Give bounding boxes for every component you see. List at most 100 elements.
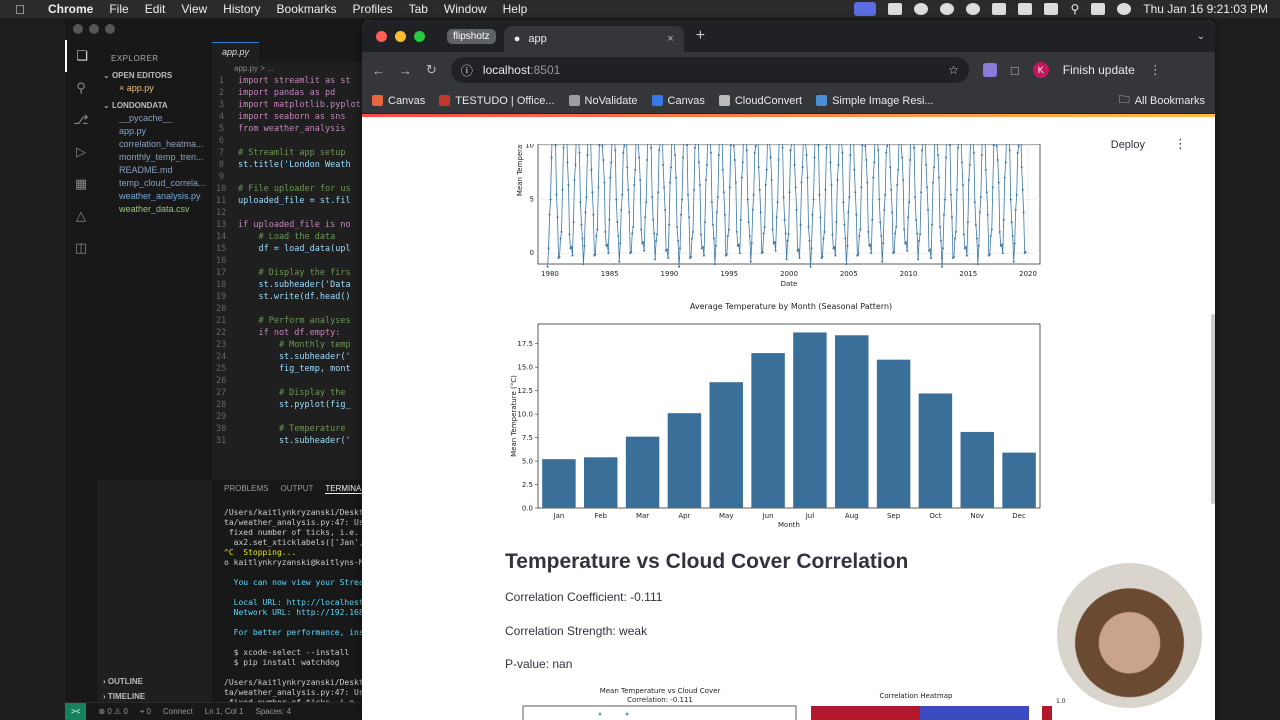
bookmark-item[interactable]: Canvas [651, 95, 705, 107]
screen-recording-icon[interactable] [854, 2, 877, 16]
siri-icon[interactable] [1117, 3, 1132, 15]
menu-edit[interactable]: Edit [137, 2, 174, 16]
file-item[interactable]: weather_analysis.py [97, 188, 212, 201]
apple-icon[interactable]:  [0, 2, 40, 17]
deploy-button[interactable]: Deploy [1111, 139, 1145, 151]
code-line[interactable]: 16 [216, 255, 365, 267]
code-line[interactable]: 15 df = load_data(upl [216, 243, 365, 255]
menu-clock[interactable]: Thu Jan 16 9:21:03 PM [1143, 2, 1268, 16]
menu-file[interactable]: File [101, 2, 136, 16]
outline-section[interactable]: › OUTLINE [97, 674, 151, 689]
all-bookmarks[interactable]: 🗀 All Bookmarks [1119, 91, 1205, 110]
bookmark-item[interactable]: CloudConvert [718, 95, 802, 107]
volume-icon[interactable] [992, 3, 1007, 15]
code-line[interactable]: 27 # Display the [216, 387, 365, 399]
chrome-menu-icon[interactable]: ⋮ [1149, 62, 1162, 78]
code-line[interactable]: 31 st.subheader(' [216, 435, 365, 447]
indentation-status[interactable]: Spaces: 4 [256, 707, 292, 716]
menu-help[interactable]: Help [495, 2, 536, 16]
database-icon[interactable]: ◫ [65, 232, 97, 264]
status-app-icon[interactable] [940, 3, 955, 15]
new-tab-icon[interactable]: + [696, 27, 705, 45]
connect-status[interactable]: Connect [163, 707, 193, 716]
code-line[interactable]: 28 st.pyplot(fig_ [216, 399, 365, 411]
file-item[interactable]: __pycache__ [97, 110, 212, 123]
code-line[interactable]: 14 # Load the data [216, 231, 365, 243]
code-line[interactable]: 21 # Perform analyses [216, 315, 365, 327]
browser-tab[interactable]: ● app × [503, 26, 684, 52]
tab-problems[interactable]: PROBLEMS [224, 484, 268, 494]
explorer-icon[interactable]: ❏ [65, 40, 97, 72]
file-item[interactable]: monthly_temp_tren... [97, 149, 212, 162]
code-line[interactable]: 8 st.title('London Weath [216, 159, 365, 171]
open-editor-item[interactable]: × app.py [97, 80, 212, 93]
code-line[interactable]: 11 uploaded_file = st.fil [216, 195, 365, 207]
menu-window[interactable]: Window [436, 2, 495, 16]
problems-status[interactable]: ⊗ 0 ⚠ 0 [98, 707, 127, 716]
bookmark-star-icon[interactable]: ☆ [948, 63, 959, 77]
remote-icon[interactable]: >< [65, 702, 87, 720]
main-menu-icon[interactable]: ⋮ [1174, 136, 1187, 152]
menu-profiles[interactable]: Profiles [345, 2, 401, 16]
breadcrumb[interactable]: app.py > ... [212, 62, 365, 75]
code-line[interactable]: 20 [216, 303, 365, 315]
close-tab-icon[interactable]: × [667, 33, 673, 45]
file-item[interactable]: temp_cloud_correla... [97, 175, 212, 188]
scrollbar[interactable] [1211, 314, 1215, 504]
file-item[interactable]: correlation_heatma... [97, 136, 212, 149]
minimize-window-icon[interactable] [395, 30, 406, 42]
source-control-icon[interactable]: ⎇ [65, 104, 97, 136]
extensions-puzzle-icon[interactable]: □ [1011, 63, 1019, 78]
code-line[interactable]: 3 import matplotlib.pyplot [216, 99, 365, 111]
control-center-icon[interactable] [1091, 3, 1106, 15]
wifi-icon[interactable] [1044, 3, 1059, 15]
bookmark-item[interactable]: NoValidate [568, 95, 638, 107]
code-line[interactable]: 12 [216, 207, 365, 219]
tab-search-icon[interactable]: ⌄ [1197, 31, 1205, 42]
code-line[interactable]: 2 import pandas as pd [216, 87, 365, 99]
bookmark-item[interactable]: TESTUDO | Office... [439, 95, 555, 107]
code-line[interactable]: 23 # Monthly temp [216, 339, 365, 351]
code-line[interactable]: 29 [216, 411, 365, 423]
file-item[interactable]: weather_data.csv [97, 201, 212, 214]
code-line[interactable]: 26 [216, 375, 365, 387]
run-debug-icon[interactable]: ▷ [65, 136, 97, 168]
zoom-window-icon[interactable] [414, 30, 425, 42]
battery-icon[interactable] [1018, 3, 1033, 15]
play-icon[interactable] [966, 3, 981, 15]
address-bar[interactable]: ⓘ localhost:8501 ☆ [450, 57, 969, 83]
menu-tab[interactable]: Tab [401, 2, 436, 16]
file-item[interactable]: README.md [97, 162, 212, 175]
terminal-output[interactable]: /Users/kaitlynkryzanski/Deskt ta/weather_… [212, 498, 373, 720]
close-window-icon[interactable] [376, 30, 387, 42]
back-icon[interactable]: ← [372, 63, 385, 78]
bookmark-item[interactable]: Simple Image Resi... [816, 95, 934, 107]
code-line[interactable]: 9 [216, 171, 365, 183]
site-info-icon[interactable]: ⓘ [461, 62, 473, 79]
menu-app-name[interactable]: Chrome [40, 2, 101, 16]
status-app-icon[interactable] [888, 3, 903, 15]
menu-history[interactable]: History [215, 2, 268, 16]
code-line[interactable]: 6 [216, 135, 365, 147]
search-icon[interactable]: ⚲ [65, 72, 97, 104]
editor-tab[interactable]: app.py [212, 42, 260, 62]
ports-status[interactable]: ⌖ 0 [140, 707, 151, 717]
tab-output[interactable]: OUTPUT [280, 484, 313, 494]
code-line[interactable]: 19 st.write(df.head() [216, 291, 365, 303]
code-line[interactable]: 5 from weather_analysis [216, 123, 365, 135]
minimize-window-icon[interactable] [89, 24, 99, 34]
file-item[interactable]: app.py [97, 123, 212, 136]
extension-icon[interactable] [982, 63, 997, 77]
forward-icon[interactable]: → [399, 63, 412, 78]
code-line[interactable]: 24 st.subheader(' [216, 351, 365, 363]
code-line[interactable]: 18 st.subheader('Data [216, 279, 365, 291]
bookmark-item[interactable]: Canvas [372, 95, 425, 107]
tab-terminal[interactable]: TERMINAL [325, 484, 366, 494]
cursor-position[interactable]: Ln 1, Col 1 [205, 707, 244, 716]
code-line[interactable]: 10 # File uploader for us [216, 183, 365, 195]
open-editors-section[interactable]: ⌄ OPEN EDITORS [97, 63, 212, 80]
code-line[interactable]: 25 fig_temp, mont [216, 363, 365, 375]
status-app-icon[interactable] [914, 3, 929, 15]
project-folder[interactable]: ⌄ LONDONDATA [97, 93, 212, 110]
menu-view[interactable]: View [173, 2, 215, 16]
